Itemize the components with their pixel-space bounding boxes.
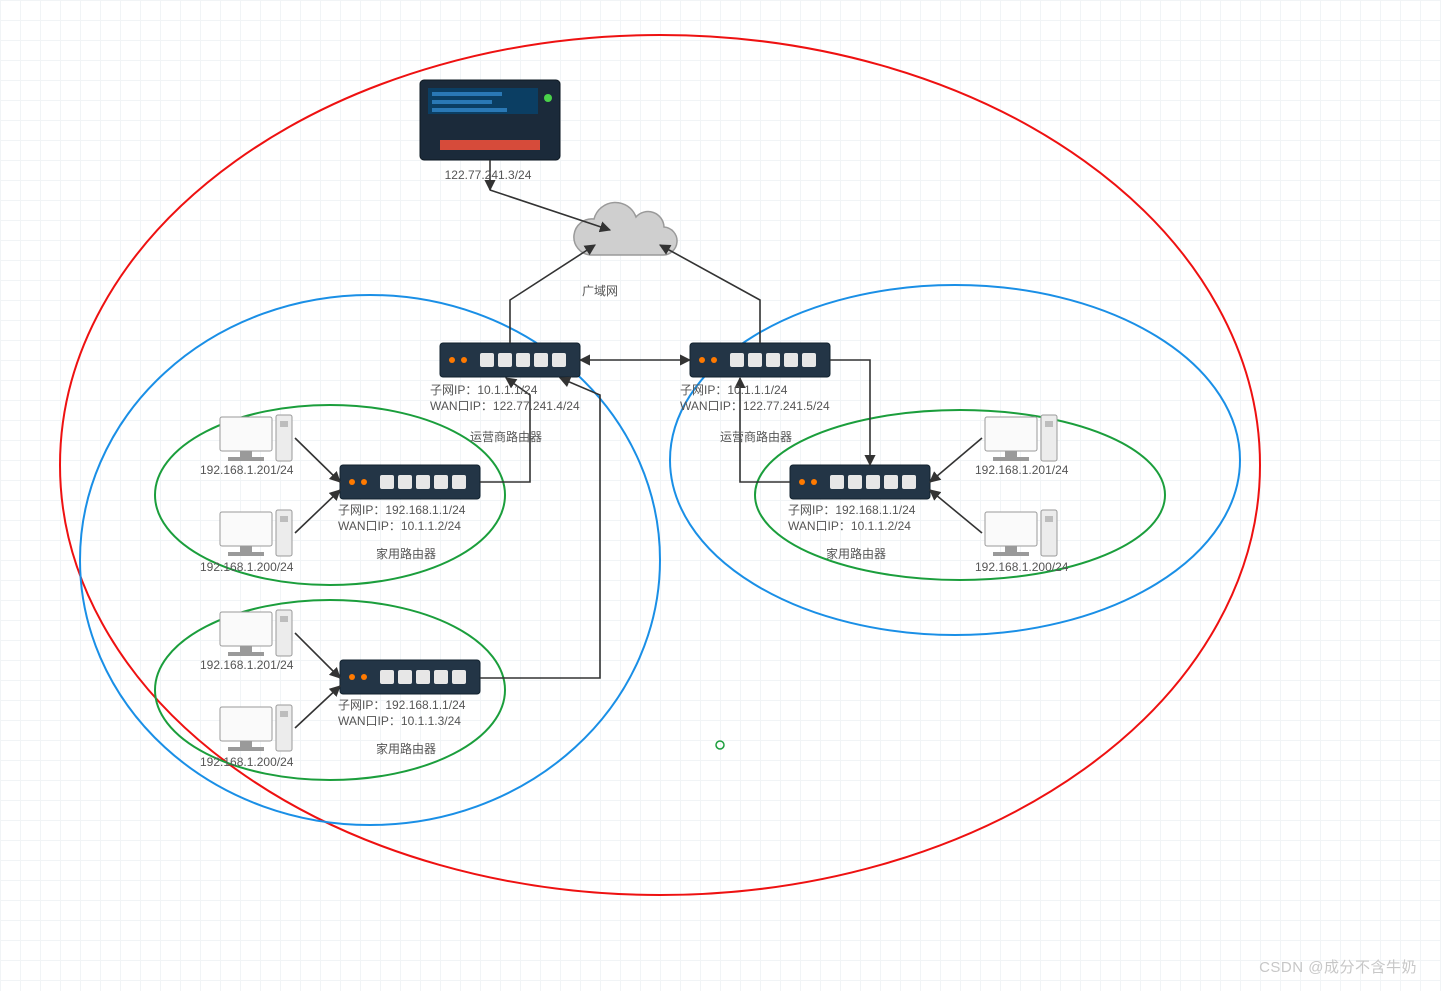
- home-b-info: 子网IP：192.168.1.1/24 WAN口IP：10.1.1.3/24: [338, 697, 488, 729]
- isp-right-wan: WAN口IP：122.77.241.5/24: [680, 399, 830, 413]
- isp-right-name: 运营商路由器: [720, 428, 792, 445]
- wan-label: 广域网: [582, 282, 618, 299]
- home-a-wan: WAN口IP：10.1.1.2/24: [338, 519, 461, 533]
- pc-b2-ip: 192.168.1.200/24: [200, 755, 293, 769]
- server-ip-label: 122.77.241.3/24: [428, 168, 548, 182]
- isp-left-wan: WAN口IP：122.77.241.4/24: [430, 399, 580, 413]
- isp-right-subnet: 子网IP：10.1.1.1/24: [680, 383, 787, 397]
- pc-a1-ip: 192.168.1.201/24: [200, 463, 293, 477]
- isp-left-subnet: 子网IP：10.1.1.1/24: [430, 383, 537, 397]
- home-a-name: 家用路由器: [376, 545, 436, 562]
- pc-a2-ip: 192.168.1.200/24: [200, 560, 293, 574]
- pc-c1-ip: 192.168.1.201/24: [975, 463, 1068, 477]
- pc-c2-ip: 192.168.1.200/24: [975, 560, 1068, 574]
- home-b-wan: WAN口IP：10.1.1.3/24: [338, 714, 461, 728]
- grid-bg: [0, 0, 1441, 991]
- pc-b1-ip: 192.168.1.201/24: [200, 658, 293, 672]
- isp-right-info: 子网IP：10.1.1.1/24 WAN口IP：122.77.241.5/24: [680, 382, 850, 414]
- isp-left-info: 子网IP：10.1.1.1/24 WAN口IP：122.77.241.4/24: [430, 382, 600, 414]
- home-c-name: 家用路由器: [826, 545, 886, 562]
- home-c-wan: WAN口IP：10.1.1.2/24: [788, 519, 911, 533]
- home-a-subnet: 子网IP：192.168.1.1/24: [338, 503, 465, 517]
- isp-left-name: 运营商路由器: [470, 428, 542, 445]
- home-c-subnet: 子网IP：192.168.1.1/24: [788, 503, 915, 517]
- home-c-info: 子网IP：192.168.1.1/24 WAN口IP：10.1.1.2/24: [788, 502, 938, 534]
- home-b-subnet: 子网IP：192.168.1.1/24: [338, 698, 465, 712]
- home-b-name: 家用路由器: [376, 740, 436, 757]
- watermark: CSDN @成分不含牛奶: [1259, 956, 1417, 977]
- home-a-info: 子网IP：192.168.1.1/24 WAN口IP：10.1.1.2/24: [338, 502, 488, 534]
- diagram-canvas: 122.77.241.3/24 广域网 子网IP：10.1.1.1/24 WAN…: [0, 0, 1441, 991]
